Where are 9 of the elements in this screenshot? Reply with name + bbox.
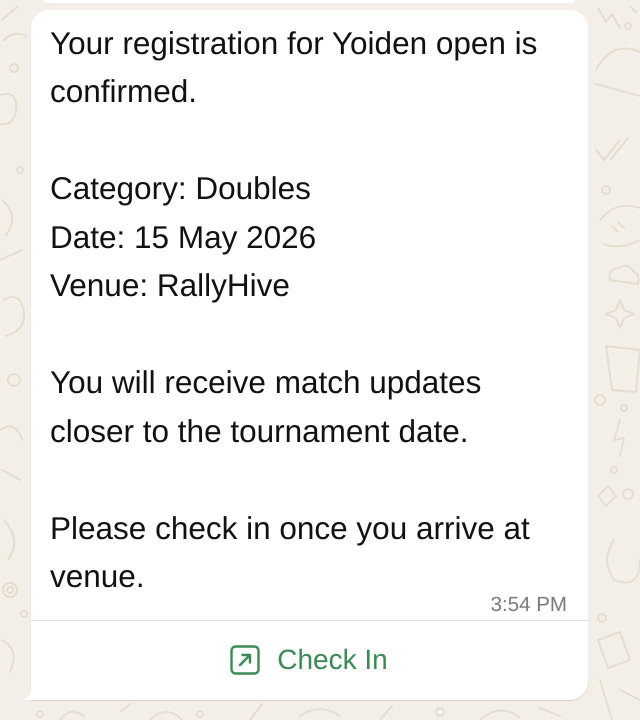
message-text: Date: 15 May 2026 — [50, 218, 316, 255]
message-text: Your registration for Yoiden open is confirmed. — [50, 24, 538, 110]
external-link-icon — [230, 645, 260, 676]
message-time: 3:54 PM — [490, 594, 567, 614]
check-in-button[interactable]: Check In — [230, 643, 388, 678]
message-text: Venue: RallyHive — [50, 267, 290, 304]
message-text: Category: Doubles — [50, 170, 311, 206]
message-text: You will receive match updates closer to the tournament date. — [50, 364, 482, 449]
message-text: Please check in once you arrive at venue. — [50, 510, 530, 594]
